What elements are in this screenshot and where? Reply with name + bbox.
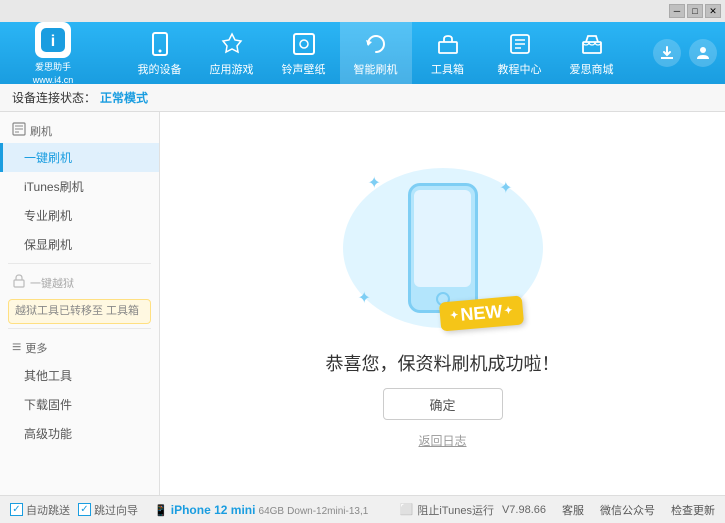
flash-section-icon: [12, 122, 26, 139]
nav-label-ringtones: 铃声壁纸: [282, 61, 326, 77]
user-button[interactable]: [689, 39, 717, 67]
tutorials-icon: [506, 30, 534, 58]
bottom-right: V7.98.66 客服 微信公众号 检查更新: [502, 502, 715, 518]
logo-icon: i: [35, 22, 71, 58]
sidebar-item-other-tools[interactable]: 其他工具: [0, 361, 159, 390]
nav-item-apps-games[interactable]: 应用游戏: [196, 22, 268, 84]
skip-wizard-checkbox[interactable]: ✓ 跳过向导: [78, 502, 138, 518]
content-area: ✦ ✦ NEW ✦ 恭喜您，保资料刷机成功啦！ 确定 返回日志: [160, 112, 725, 495]
nav-label-apps-games: 应用游戏: [210, 61, 254, 77]
itunes-status: ⬜ 阻止iTunes运行: [400, 502, 494, 518]
confirm-button[interactable]: 确定: [383, 388, 503, 420]
sidebar: 刷机 一键刷机 iTunes刷机 专业刷机 保显刷机 一键越狱 越狱工具已转: [0, 112, 160, 495]
close-button[interactable]: ✕: [705, 4, 721, 18]
window-controls[interactable]: ─ □ ✕: [669, 4, 721, 18]
sparkle-2: ✦: [499, 178, 512, 198]
store-icon: [578, 30, 606, 58]
nav-item-tutorials[interactable]: 教程中心: [484, 22, 556, 84]
toolbox-icon: [434, 30, 462, 58]
itunes-status-icon: ⬜: [400, 503, 414, 516]
sidebar-item-data-save-flash[interactable]: 保显刷机: [0, 230, 159, 259]
minimize-button[interactable]: ─: [669, 4, 685, 18]
jailbreak-section-title: 一键越狱: [30, 275, 74, 291]
sparkle-3: ✦: [358, 288, 371, 308]
auto-jump-checkbox[interactable]: ✓ 自动跳送: [10, 502, 70, 518]
download-button[interactable]: [653, 39, 681, 67]
check-update-link[interactable]: 检查更新: [671, 502, 715, 518]
nav-label-store: 爱思商城: [570, 61, 614, 77]
sidebar-item-pro-flash[interactable]: 专业刷机: [0, 201, 159, 230]
skip-wizard-label: 跳过向导: [94, 502, 138, 518]
sidebar-divider-2: [8, 328, 151, 329]
nav-label-tutorials: 教程中心: [498, 61, 542, 77]
nav-bar: 我的设备 应用游戏 铃声壁纸: [98, 22, 653, 84]
status-label: 设备连接状态：: [12, 89, 96, 106]
device-icon: 📱: [154, 505, 168, 517]
device-model: Down-12mini-13,1: [287, 506, 368, 517]
nav-item-ringtones[interactable]: 铃声壁纸: [268, 22, 340, 84]
sidebar-section-more: ≡ 更多: [0, 333, 159, 361]
phone-body: [408, 183, 478, 313]
nav-item-toolbox[interactable]: 工具箱: [412, 22, 484, 84]
bottom-left: ✓ 自动跳送 ✓ 跳过向导 📱 iPhone 12 mini 64GB Down…: [10, 502, 392, 518]
sidebar-jailbreak-notice: 越狱工具已转移至 工具箱: [8, 299, 151, 324]
wechat-official-link[interactable]: 微信公众号: [600, 502, 655, 518]
sidebar-section-flash: 刷机: [0, 116, 159, 143]
sidebar-item-one-click-flash[interactable]: 一键刷机: [0, 143, 159, 172]
version-label: V7.98.66: [502, 504, 546, 516]
nav-label-smart-flash: 智能刷机: [354, 61, 398, 77]
status-value: 正常模式: [100, 89, 148, 106]
status-bar: 设备连接状态： 正常模式: [0, 84, 725, 112]
my-device-icon: [146, 30, 174, 58]
phone-screen: [414, 190, 472, 287]
back-home-link[interactable]: 返回日志: [418, 432, 466, 449]
nav-item-my-device[interactable]: 我的设备: [124, 22, 196, 84]
new-badge: NEW: [439, 295, 524, 331]
more-section-title: 更多: [25, 340, 47, 356]
maximize-button[interactable]: □: [687, 4, 703, 18]
ringtones-icon: [290, 30, 318, 58]
apps-games-icon: [218, 30, 246, 58]
customer-service-link[interactable]: 客服: [562, 502, 584, 518]
title-bar: ─ □ ✕: [0, 0, 725, 22]
device-name: iPhone 12 mini: [171, 503, 256, 517]
nav-item-smart-flash[interactable]: 智能刷机: [340, 22, 412, 84]
nav-label-my-device: 我的设备: [138, 61, 182, 77]
smart-flash-icon: [362, 30, 390, 58]
success-message: 恭喜您，保资料刷机成功啦！: [326, 350, 560, 376]
device-storage: 64GB: [259, 506, 285, 517]
logo-url: www.i4.cn: [33, 75, 74, 85]
sparkle-1: ✦: [368, 173, 381, 193]
success-area: ✦ ✦ NEW ✦ 恭喜您，保资料刷机成功啦！ 确定 返回日志: [326, 158, 560, 449]
phone-illustration: ✦ ✦ NEW ✦: [343, 158, 543, 338]
jailbreak-section-icon: [12, 274, 26, 291]
sidebar-divider-1: [8, 263, 151, 264]
auto-jump-check-icon: ✓: [10, 503, 23, 516]
sidebar-section-jailbreak: 一键越狱: [0, 268, 159, 295]
nav-label-toolbox: 工具箱: [431, 61, 464, 77]
svg-text:i: i: [51, 33, 55, 50]
main-layout: 刷机 一键刷机 iTunes刷机 专业刷机 保显刷机 一键越狱 越狱工具已转: [0, 112, 725, 495]
skip-wizard-check-icon: ✓: [78, 503, 91, 516]
header-right-buttons: [653, 39, 717, 67]
header: i 爱思助手 www.i4.cn 我的设备 应用游戏: [0, 22, 725, 84]
flash-section-title: 刷机: [30, 123, 52, 139]
nav-item-store[interactable]: 爱思商城: [556, 22, 628, 84]
more-section-icon: ≡: [12, 339, 21, 357]
sidebar-item-download-firmware[interactable]: 下载固件: [0, 390, 159, 419]
device-info: 📱 iPhone 12 mini 64GB Down-12mini-13,1: [154, 503, 368, 517]
logo-name: 爱思助手: [35, 60, 71, 73]
bottom-bar: ✓ 自动跳送 ✓ 跳过向导 📱 iPhone 12 mini 64GB Down…: [0, 495, 725, 523]
logo-area[interactable]: i 爱思助手 www.i4.cn: [8, 22, 98, 85]
itunes-status-label: 阻止iTunes运行: [417, 502, 494, 518]
sidebar-item-itunes-flash[interactable]: iTunes刷机: [0, 172, 159, 201]
auto-jump-label: 自动跳送: [26, 502, 70, 518]
sidebar-item-advanced[interactable]: 高级功能: [0, 419, 159, 448]
